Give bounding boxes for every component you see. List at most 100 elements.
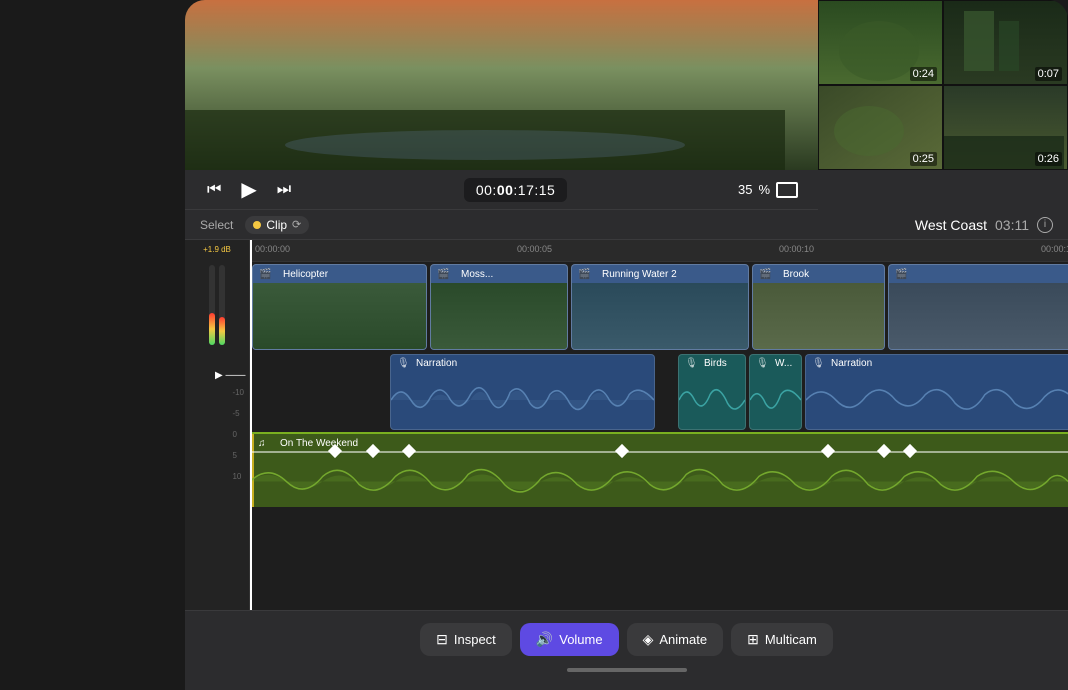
thumb-time-2: 0:07 bbox=[1035, 67, 1062, 81]
level-db-label: +1.9 dB bbox=[203, 245, 231, 254]
thumbnail-strip: 0:24 0:07 0:25 bbox=[818, 0, 1068, 170]
clip-icon-helicopter: 🎬 bbox=[259, 269, 271, 280]
thumb-time-1: 0:24 bbox=[910, 67, 937, 81]
timeline-area[interactable]: +1.9 dB -10 -5 0 5 10 ▶ —— bbox=[185, 240, 1068, 610]
transport-controls: ⏮ ▶ ⏭ bbox=[205, 175, 293, 204]
thumbnail-1: 0:24 bbox=[818, 0, 943, 85]
tc-ruler: 00:00:00 00:00:05 00:00:10 00:00:15 bbox=[250, 240, 1068, 262]
device-frame: 0:24 0:07 0:25 bbox=[185, 0, 1068, 690]
toolbar-buttons: ⊟ Inspect 🔊 Volume ◈ Animate ⊞ Multicam bbox=[420, 623, 833, 656]
clip-badge-dot bbox=[253, 221, 261, 229]
meter-fill-left bbox=[209, 313, 215, 345]
clip-brook[interactable]: 🎬 Brook bbox=[752, 264, 885, 350]
clip-badge[interactable]: Clip ⟳ bbox=[245, 216, 309, 234]
audio-narration-1[interactable]: 🎙 Narration bbox=[390, 354, 655, 430]
meter-fill-right bbox=[219, 317, 225, 345]
clip-icon-extra: 🎬 bbox=[895, 269, 907, 280]
clip-extra[interactable]: 🎬 bbox=[888, 264, 1068, 350]
zoom-value: 35 bbox=[738, 182, 752, 197]
thumbnail-2: 0:07 bbox=[943, 0, 1068, 85]
clip-label-moss: Moss... bbox=[461, 269, 493, 280]
zoom-control: 35 % bbox=[738, 182, 798, 198]
left-sidebar bbox=[0, 0, 185, 690]
db-labels: -10 -5 0 5 10 bbox=[232, 388, 244, 481]
clip-icon-moss: 🎬 bbox=[437, 269, 449, 280]
clip-icon-brook: 🎬 bbox=[759, 269, 771, 280]
multicam-label: Multicam bbox=[765, 632, 817, 647]
audio-icon-narration-2: 🎙 bbox=[812, 358, 825, 369]
meter-left bbox=[209, 265, 215, 345]
bottom-toolbar: ⊟ Inspect 🔊 Volume ◈ Animate ⊞ Multicam bbox=[185, 610, 1068, 690]
inspect-label: Inspect bbox=[454, 632, 496, 647]
preview-area bbox=[185, 0, 818, 170]
clip-moss[interactable]: 🎬 Moss... bbox=[430, 264, 568, 350]
waveform-narration-2 bbox=[806, 373, 1068, 427]
inspect-button[interactable]: ⊟ Inspect bbox=[420, 623, 512, 656]
clip-label-water: Running Water 2 bbox=[602, 269, 677, 280]
tc-mark-15: 00:00:15 bbox=[1041, 244, 1068, 254]
audio-label-water: W... bbox=[775, 358, 792, 369]
thumbnail-4: 0:26 bbox=[943, 85, 1068, 170]
timecode-text: 00:00:17:15 bbox=[476, 182, 555, 198]
animate-label: Animate bbox=[659, 632, 707, 647]
clip-badge-text: Clip bbox=[266, 218, 287, 232]
fullscreen-icon[interactable] bbox=[776, 182, 798, 198]
tc-mark-0: 00:00:00 bbox=[255, 244, 290, 254]
clip-label-helicopter: Helicopter bbox=[283, 269, 328, 280]
tc-mark-10: 00:00:10 bbox=[779, 244, 814, 254]
project-info: West Coast 03:11 i bbox=[915, 217, 1053, 233]
skip-back-button[interactable]: ⏮ bbox=[205, 179, 223, 201]
clip-badge-arrow: ⟳ bbox=[292, 218, 301, 231]
animate-button[interactable]: ◈ Animate bbox=[627, 623, 723, 656]
volume-label: Volume bbox=[559, 632, 602, 647]
project-duration: 03:11 bbox=[995, 217, 1029, 233]
clip-running-water[interactable]: 🎬 Running Water 2 bbox=[571, 264, 749, 350]
inspect-icon: ⊟ bbox=[436, 631, 448, 648]
home-indicator bbox=[567, 668, 687, 672]
audio-label-narration-2: Narration bbox=[831, 358, 872, 369]
clip-icon-water: 🎬 bbox=[578, 269, 590, 280]
thumb-time-4: 0:26 bbox=[1035, 152, 1062, 166]
music-track[interactable]: ♫ On The Weekend bbox=[250, 432, 1068, 507]
clip-thumb-moss bbox=[431, 283, 567, 349]
clip-thumb-helicopter bbox=[253, 283, 426, 349]
audio-narration-2[interactable]: 🎙 Narration bbox=[805, 354, 1068, 430]
thumbnail-3: 0:25 bbox=[818, 85, 943, 170]
preview-video bbox=[185, 0, 818, 170]
skip-forward-button[interactable]: ⏭ bbox=[275, 179, 293, 201]
clip-helicopter[interactable]: 🎬 Helicopter bbox=[252, 264, 427, 350]
volume-button[interactable]: 🔊 Volume bbox=[520, 623, 619, 656]
clip-label-brook: Brook bbox=[783, 269, 809, 280]
waveform-water bbox=[750, 373, 801, 427]
select-label: Select bbox=[200, 218, 233, 232]
timecode-display: 00:00:17:15 bbox=[464, 178, 567, 202]
audio-birds[interactable]: 🎙 Birds bbox=[678, 354, 746, 430]
transport-bar: ⏮ ▶ ⏭ 00:00:17:15 35 % bbox=[185, 170, 818, 210]
animate-icon: ◈ bbox=[643, 631, 654, 648]
audio-icon-water: 🎙 bbox=[756, 358, 769, 369]
clip-thumb-brook bbox=[753, 283, 884, 349]
playback-arrow: ▶ —— bbox=[215, 370, 245, 381]
video-track: 🎬 Helicopter 🎬 Moss... 🎬 Running Water 2… bbox=[250, 262, 1068, 352]
waveform-birds bbox=[679, 373, 745, 427]
audio-track: 🎙 Narration 🎙 Birds bbox=[250, 352, 1068, 432]
project-name: West Coast bbox=[915, 217, 987, 233]
play-button[interactable]: ▶ bbox=[239, 175, 258, 204]
audio-icon-birds: 🎙 bbox=[685, 358, 698, 369]
multicam-button[interactable]: ⊞ Multicam bbox=[731, 623, 833, 656]
thumb-time-3: 0:25 bbox=[910, 152, 937, 166]
volume-icon: 🔊 bbox=[536, 631, 553, 648]
audio-water[interactable]: 🎙 W... bbox=[749, 354, 802, 430]
info-icon[interactable]: i bbox=[1037, 217, 1053, 233]
clip-thumb-extra bbox=[889, 283, 1068, 349]
clip-thumb-water bbox=[572, 283, 748, 349]
music-waveform bbox=[250, 456, 1068, 507]
audio-label-birds: Birds bbox=[704, 358, 727, 369]
multicam-icon: ⊞ bbox=[747, 631, 759, 648]
select-bar: Select Clip ⟳ West Coast 03:11 i bbox=[185, 210, 1068, 240]
meter-right bbox=[219, 265, 225, 345]
zoom-unit: % bbox=[758, 182, 770, 197]
audio-label-narration-1: Narration bbox=[416, 358, 457, 369]
waveform-narration-1 bbox=[391, 373, 654, 427]
audio-icon-narration-1: 🎙 bbox=[397, 358, 410, 369]
